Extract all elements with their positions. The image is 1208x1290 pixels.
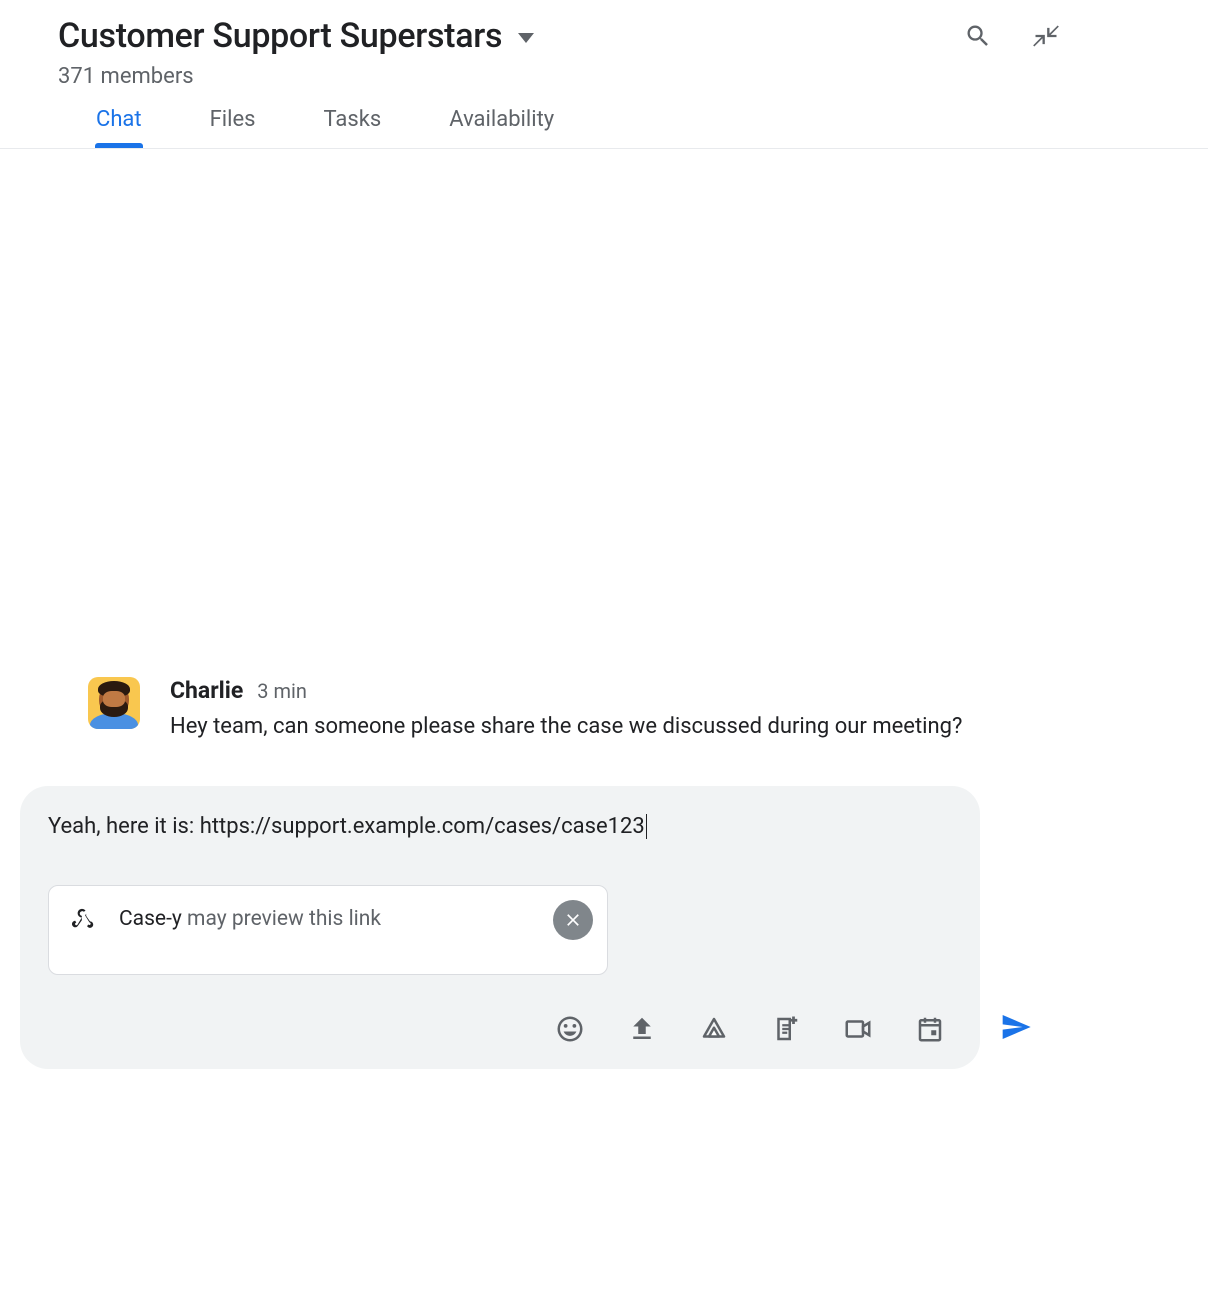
- text-cursor: [646, 814, 647, 839]
- tab-tasks[interactable]: Tasks: [324, 107, 382, 148]
- title-actions: [964, 22, 1060, 50]
- spacer: [88, 173, 1150, 677]
- message-time: 3 min: [257, 679, 307, 703]
- preview-app-name: Case-y: [119, 907, 182, 931]
- title-left[interactable]: Customer Support Superstars: [58, 16, 534, 56]
- space-title: Customer Support Superstars: [58, 16, 502, 56]
- tab-files[interactable]: Files: [210, 107, 256, 148]
- message-body: Charlie 3 min Hey team, can someone plea…: [170, 677, 1150, 744]
- emoji-icon[interactable]: [554, 1013, 586, 1045]
- collapse-icon[interactable]: [1032, 22, 1060, 50]
- tab-chat[interactable]: Chat: [96, 107, 142, 148]
- message-header: Charlie 3 min: [170, 677, 1150, 704]
- message-author: Charlie: [170, 677, 243, 704]
- link-preview-text: Case-y may preview this link: [119, 907, 381, 931]
- send-button[interactable]: [1000, 1011, 1032, 1047]
- create-doc-icon[interactable]: [770, 1013, 802, 1045]
- composer-text-value: Yeah, here it is: https://support.exampl…: [48, 814, 645, 839]
- upload-icon[interactable]: [626, 1013, 658, 1045]
- message-text: Hey team, can someone please share the c…: [170, 710, 990, 744]
- video-meet-icon[interactable]: [842, 1013, 874, 1045]
- chat-header: Customer Support Superstars 371 members …: [0, 0, 1208, 149]
- close-icon[interactable]: [553, 900, 593, 940]
- chevron-down-icon[interactable]: [518, 33, 534, 43]
- drive-icon[interactable]: [698, 1013, 730, 1045]
- composer-toolbar: [48, 1013, 946, 1045]
- tab-availability[interactable]: Availability: [449, 107, 554, 148]
- message-composer[interactable]: Yeah, here it is: https://support.exampl…: [20, 786, 980, 1069]
- search-icon[interactable]: [964, 22, 992, 50]
- avatar[interactable]: [88, 677, 140, 729]
- chat-area: Charlie 3 min Hey team, can someone plea…: [0, 149, 1208, 1269]
- composer-input[interactable]: Yeah, here it is: https://support.exampl…: [48, 814, 952, 839]
- title-row: Customer Support Superstars: [58, 16, 1180, 56]
- link-preview-chip: Case-y may preview this link: [48, 885, 608, 975]
- tabs: Chat Files Tasks Availability: [0, 107, 1208, 149]
- member-count: 371 members: [58, 64, 1180, 89]
- preview-suffix: may preview this link: [187, 907, 381, 931]
- webhook-icon: [71, 904, 97, 934]
- calendar-icon[interactable]: [914, 1013, 946, 1045]
- message: Charlie 3 min Hey team, can someone plea…: [88, 677, 1150, 744]
